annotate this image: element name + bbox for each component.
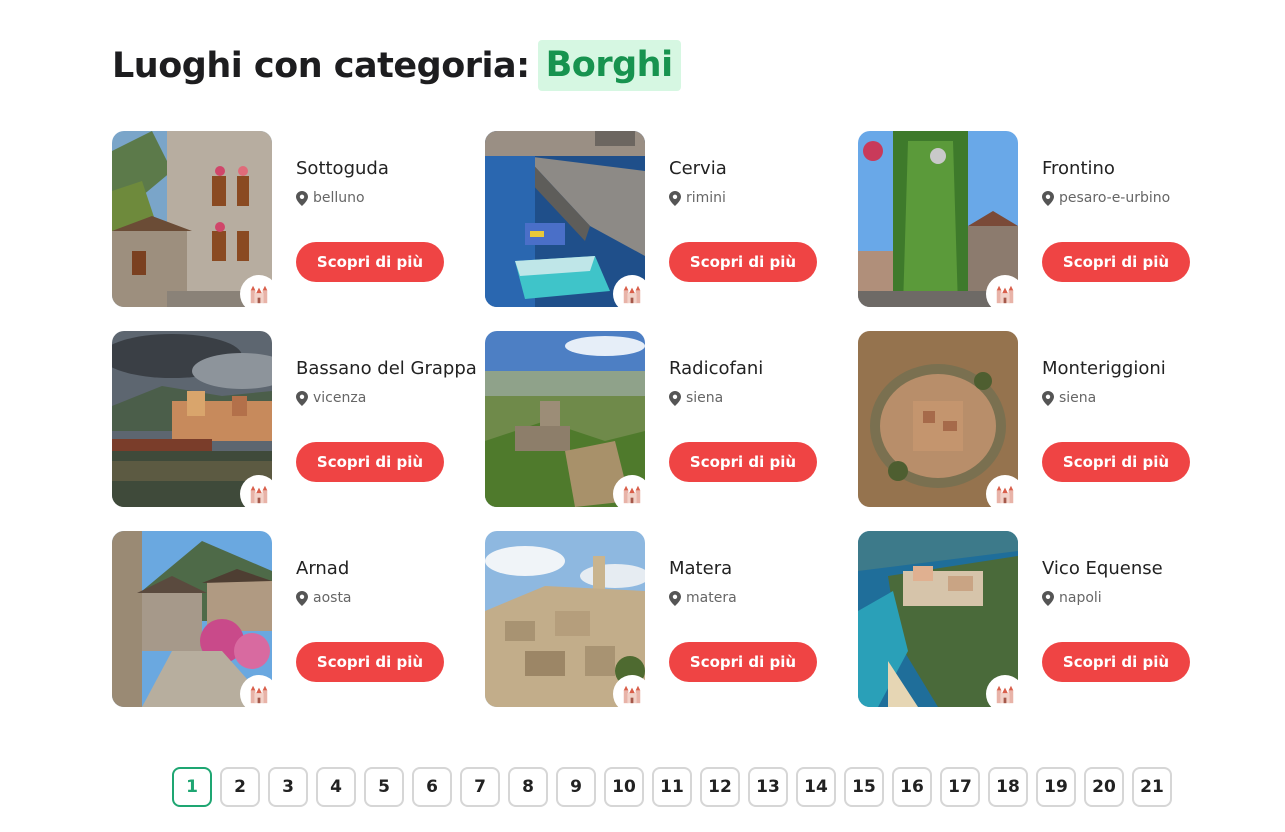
place-location-text: aosta xyxy=(313,590,352,606)
page-button-3[interactable]: 3 xyxy=(268,767,308,807)
category-badge xyxy=(240,475,278,513)
category-badge xyxy=(240,675,278,713)
page-button-8[interactable]: 8 xyxy=(508,767,548,807)
page-button-18[interactable]: 18 xyxy=(988,767,1028,807)
page-button-11[interactable]: 11 xyxy=(652,767,692,807)
place-card: Bassano del Grappa vicenza Scopri di più xyxy=(112,331,482,513)
discover-more-button[interactable]: Scopri di più xyxy=(669,242,817,282)
map-pin-icon xyxy=(669,590,681,606)
page-button-19[interactable]: 19 xyxy=(1036,767,1076,807)
castle-icon xyxy=(250,685,268,704)
category-badge xyxy=(613,275,651,313)
place-card: Vico Equense napoli Scopri di più xyxy=(858,531,1228,713)
place-location: siena xyxy=(669,390,723,406)
place-location-text: pesaro-e-urbino xyxy=(1059,190,1171,206)
page-button-4[interactable]: 4 xyxy=(316,767,356,807)
place-location-text: siena xyxy=(1059,390,1097,406)
page-button-14[interactable]: 14 xyxy=(796,767,836,807)
page-title: Luoghi con categoria: xyxy=(112,45,530,86)
place-card: Cervia rimini Scopri di più xyxy=(485,131,855,313)
discover-more-button[interactable]: Scopri di più xyxy=(669,642,817,682)
place-location: aosta xyxy=(296,590,352,606)
place-card: Frontino pesaro-e-urbino Scopri di più xyxy=(858,131,1228,313)
page-button-16[interactable]: 16 xyxy=(892,767,932,807)
page-heading: Luoghi con categoria: Borghi xyxy=(112,40,681,91)
map-pin-icon xyxy=(1042,190,1054,206)
castle-icon xyxy=(623,685,641,704)
category-badge xyxy=(613,475,651,513)
discover-more-button[interactable]: Scopri di più xyxy=(1042,442,1190,482)
map-pin-icon xyxy=(296,590,308,606)
page-button-7[interactable]: 7 xyxy=(460,767,500,807)
place-location: siena xyxy=(1042,390,1096,406)
castle-icon xyxy=(996,485,1014,504)
category-badge xyxy=(986,275,1024,313)
category-badge xyxy=(986,675,1024,713)
castle-icon xyxy=(623,285,641,304)
place-name: Monteriggioni xyxy=(1042,358,1166,379)
discover-more-button[interactable]: Scopri di più xyxy=(296,642,444,682)
castle-icon xyxy=(996,285,1014,304)
place-location-text: rimini xyxy=(686,190,726,206)
map-pin-icon xyxy=(296,190,308,206)
place-location-text: belluno xyxy=(313,190,365,206)
page-button-20[interactable]: 20 xyxy=(1084,767,1124,807)
place-location-text: napoli xyxy=(1059,590,1102,606)
place-location: vicenza xyxy=(296,390,366,406)
place-location: napoli xyxy=(1042,590,1102,606)
place-location: pesaro-e-urbino xyxy=(1042,190,1170,206)
castle-icon xyxy=(623,485,641,504)
discover-more-button[interactable]: Scopri di più xyxy=(669,442,817,482)
place-card: Matera matera Scopri di più xyxy=(485,531,855,713)
place-card: Monteriggioni siena Scopri di più xyxy=(858,331,1228,513)
place-name: Bassano del Grappa xyxy=(296,358,477,379)
castle-icon xyxy=(996,685,1014,704)
page-button-17[interactable]: 17 xyxy=(940,767,980,807)
page-button-10[interactable]: 10 xyxy=(604,767,644,807)
places-grid: Sottoguda belluno Scopri di più Cervia r… xyxy=(112,131,1232,713)
page-button-5[interactable]: 5 xyxy=(364,767,404,807)
category-badge xyxy=(986,475,1024,513)
place-name: Sottoguda xyxy=(296,158,389,179)
map-pin-icon xyxy=(669,390,681,406)
page-button-9[interactable]: 9 xyxy=(556,767,596,807)
place-card: Arnad aosta Scopri di più xyxy=(112,531,482,713)
page-button-2[interactable]: 2 xyxy=(220,767,260,807)
place-location: rimini xyxy=(669,190,726,206)
category-badge xyxy=(613,675,651,713)
page-button-6[interactable]: 6 xyxy=(412,767,452,807)
map-pin-icon xyxy=(1042,390,1054,406)
page-button-12[interactable]: 12 xyxy=(700,767,740,807)
place-name: Radicofani xyxy=(669,358,764,379)
place-location-text: vicenza xyxy=(313,390,367,406)
place-name: Arnad xyxy=(296,558,350,579)
category-tag: Borghi xyxy=(537,40,681,91)
discover-more-button[interactable]: Scopri di più xyxy=(296,442,444,482)
place-name: Cervia xyxy=(669,158,727,179)
map-pin-icon xyxy=(1042,590,1054,606)
castle-icon xyxy=(250,485,268,504)
place-name: Matera xyxy=(669,558,733,579)
page-button-13[interactable]: 13 xyxy=(748,767,788,807)
place-name: Frontino xyxy=(1042,158,1115,179)
place-location-text: matera xyxy=(686,590,737,606)
place-location-text: siena xyxy=(686,390,724,406)
page-button-15[interactable]: 15 xyxy=(844,767,884,807)
place-name: Vico Equense xyxy=(1042,558,1163,579)
place-location: matera xyxy=(669,590,737,606)
place-card: Sottoguda belluno Scopri di più xyxy=(112,131,482,313)
place-card: Radicofani siena Scopri di più xyxy=(485,331,855,513)
discover-more-button[interactable]: Scopri di più xyxy=(1042,642,1190,682)
place-location: belluno xyxy=(296,190,365,206)
discover-more-button[interactable]: Scopri di più xyxy=(296,242,444,282)
pagination: 1 2 3 4 5 6 7 8 9 10 11 12 13 14 15 16 1… xyxy=(172,767,1172,807)
category-badge xyxy=(240,275,278,313)
page-button-21[interactable]: 21 xyxy=(1132,767,1172,807)
castle-icon xyxy=(250,285,268,304)
map-pin-icon xyxy=(669,190,681,206)
page-button-1[interactable]: 1 xyxy=(172,767,212,807)
map-pin-icon xyxy=(296,390,308,406)
discover-more-button[interactable]: Scopri di più xyxy=(1042,242,1190,282)
